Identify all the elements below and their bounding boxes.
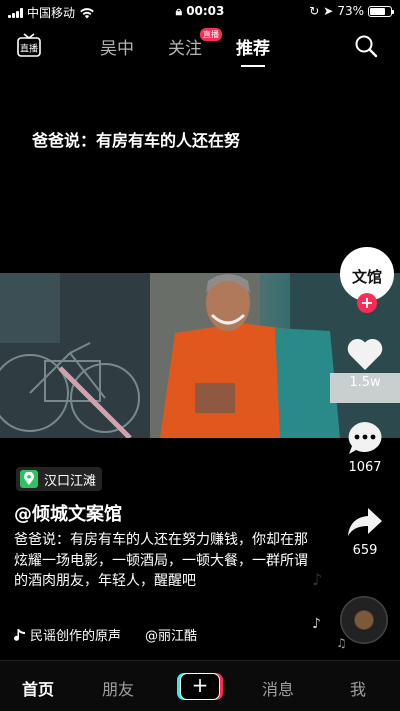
create-button[interactable]: + <box>177 673 223 700</box>
location-name: 汉口江滩 <box>44 473 97 489</box>
status-right: ↻ ➤ 73% <box>309 4 394 18</box>
author-handle[interactable]: @倾城文案馆 <box>14 500 122 526</box>
tab-recommend[interactable]: 推荐 <box>236 34 270 67</box>
comment-icon <box>348 422 382 454</box>
comment-button[interactable]: 1067 <box>330 420 400 475</box>
music-note-icon <box>14 628 25 641</box>
battery-percent: 73% <box>337 4 364 18</box>
location-tag[interactable]: 汉口江滩 <box>16 467 103 491</box>
bottom-tab-bar: 首页 朋友 + 消息 我 <box>0 660 400 711</box>
share-arrow-icon <box>348 508 382 536</box>
music-author: @丽江酷 <box>145 629 198 644</box>
tab-messages[interactable]: 消息 <box>262 676 294 700</box>
floating-note-icon: ♪ <box>312 616 321 632</box>
live-badge: 直播 <box>200 28 222 41</box>
tab-following-label: 关注 <box>168 39 202 59</box>
time-text: 00:03 <box>186 4 225 18</box>
tab-local-label: 吴中 <box>100 39 134 59</box>
music-disc[interactable] <box>340 596 388 644</box>
like-button[interactable]: 1.5w <box>330 337 400 390</box>
location-pin-icon <box>20 470 38 488</box>
avatar-logo-icon: 文馆 <box>352 268 382 286</box>
music-title: 民谣创作的原声 <box>30 629 122 644</box>
tab-me[interactable]: 我 <box>350 676 366 700</box>
tab-home[interactable]: 首页 <box>22 676 54 700</box>
top-nav: 直播 吴中 关注 直播 推荐 <box>0 28 400 68</box>
like-count: 1.5w <box>349 375 381 390</box>
create-plus-icon: + <box>180 673 220 700</box>
tab-following[interactable]: 关注 直播 <box>168 28 222 59</box>
live-tv-icon[interactable]: 直播 <box>16 33 42 59</box>
tab-friends[interactable]: 朋友 <box>102 676 134 700</box>
live-icon-label: 直播 <box>20 43 38 55</box>
feed-tabs: 吴中 关注 直播 推荐 <box>100 28 270 67</box>
tab-local[interactable]: 吴中 <box>100 34 134 59</box>
floating-note-icon: ♪ <box>312 570 323 589</box>
location-arrow-icon: ➤ <box>323 4 334 18</box>
share-button[interactable]: 659 <box>330 505 400 558</box>
follow-button[interactable]: + <box>357 293 377 313</box>
tab-recommend-label: 推荐 <box>236 39 270 59</box>
heart-icon <box>347 338 383 370</box>
share-count: 659 <box>352 543 378 558</box>
status-bar: 中国移动 🔒︎ 00:03 ↻ ➤ 73% <box>0 0 400 22</box>
video-caption: 爸爸说：有房有车的人还在努 <box>32 131 241 150</box>
battery-fill <box>370 7 385 15</box>
avatar-text: 文馆 <box>352 268 382 286</box>
comment-count: 1067 <box>348 460 382 475</box>
orientation-lock-icon: ↻ <box>309 4 320 18</box>
music-ticker[interactable]: 民谣创作的原声 @丽江酷 <box>14 625 224 644</box>
post-description: 爸爸说：有房有车的人还在努力赚钱，你却在那炫耀一场电影，一顿酒局，一顿大餐，一群… <box>14 532 308 589</box>
floating-note-icon: ♫ <box>336 636 347 650</box>
battery-icon <box>368 5 394 17</box>
lock-icon: 🔒︎ <box>175 4 182 18</box>
search-icon[interactable] <box>354 34 378 58</box>
